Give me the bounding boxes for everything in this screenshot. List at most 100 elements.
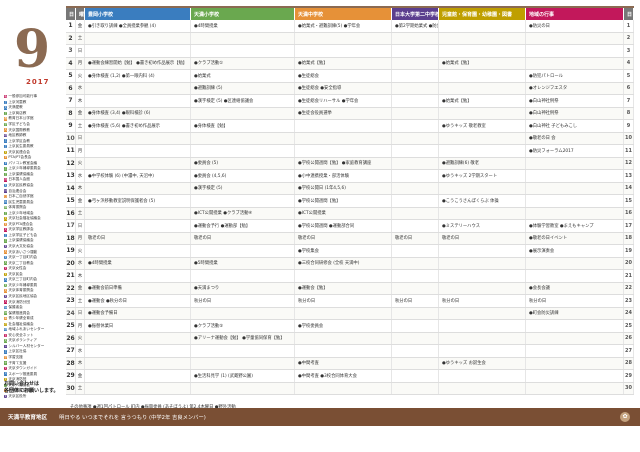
community-cell (526, 320, 624, 332)
weekday-cell: 火 (76, 70, 85, 82)
community-cell: ●会長会議 (526, 282, 624, 294)
weekday-cell: 月 (76, 232, 85, 244)
legend-label: 保護者会 (8, 305, 23, 310)
legend-label: 上京区社協 (8, 349, 27, 354)
school-3-cell: ●生徒総会 ●安全指導 (295, 82, 392, 94)
day-cell: 22 (66, 282, 76, 294)
school-3-cell: ●ICT公開授業 (295, 207, 392, 219)
table-body: 1 金 ●引き取り訓練 ●全員授業参観 (4) ●4時間授業 ●始業式・避難訓練(5) … (66, 20, 634, 395)
table-row: 11 月 ●防災フォーラム2017 11 (66, 145, 634, 158)
day-cell-right: 26 (624, 332, 634, 344)
table-row: 20 水 ●4時間授業 ●5時間授業 ●三校合同研修会 (全校 天満中) 20 (66, 257, 634, 270)
school-1-cell: ●中学校体験 (6) (中濃中, 天沼中) (85, 170, 191, 182)
day-cell: 4 (66, 57, 76, 69)
weekday-cell: 土 (76, 382, 85, 394)
legend-badge: 天 (4, 128, 8, 132)
school-4-cell (392, 82, 439, 94)
school-3-cell (295, 32, 392, 44)
legend-label: パソコン教室会議 (8, 160, 38, 165)
day-cell-right: 21 (624, 270, 634, 282)
day-cell-right: 29 (624, 370, 634, 382)
school-1-cell (85, 382, 191, 394)
school-3-cell (295, 345, 392, 357)
facilities-cell: ●ゆうキッズ 敬老教室 (439, 120, 526, 132)
school-1-cell: ●身体検査 (5,6) ●書き初め作品展示 (85, 120, 191, 132)
school-1-cell (85, 370, 191, 382)
school-2-cell (191, 382, 295, 394)
table-row: 29 金 ●生活科見学 (1) (武蔵野公園) ●中間考査 ●3校合同体育大会 29 (66, 370, 634, 383)
legend-label: 天京タウンガイド (8, 366, 38, 371)
day-cell-right: 1 (624, 20, 634, 32)
school-1-cell (85, 207, 191, 219)
legend-label: 天京体育振興会 (8, 288, 34, 293)
table-row: 2土2 (66, 32, 634, 45)
community-cell (526, 270, 624, 282)
day-cell-right: 9 (624, 120, 634, 132)
legend-badge: 天 (4, 289, 8, 293)
school-2-cell: 秋分の日 (191, 295, 295, 307)
table-row: 5 火 ●身体検査 (1,2) ●第一眼内科 (4) ●始業式 ●生徒総会 ●防犯パトロー… (66, 70, 634, 83)
school-3-cell: ●生徒会役員選挙 (295, 107, 392, 119)
legend-label: スポーツ推進委員 (8, 371, 38, 376)
school-1-cell: ●運動会予備日 (85, 307, 191, 319)
school-4-cell (392, 145, 439, 157)
legend-badge: 上 (4, 111, 8, 116)
school-2-cell (191, 32, 295, 44)
community-cell: ●白山神社 子どもみこし (526, 120, 624, 132)
day-cell-right: 28 (624, 357, 634, 369)
school-1-cell: ●振替休業日 (85, 320, 191, 332)
facilities-cell (439, 320, 526, 332)
school-3-cell: ●生徒総会 (295, 70, 392, 82)
legend-badge: 天 (4, 366, 8, 371)
school-4-cell: ●第2学期始業式 ●防災訓練 (392, 20, 439, 32)
day-cell: 23 (66, 295, 76, 307)
facilities-cell (439, 257, 526, 269)
table-row: 21 木 21 (66, 270, 634, 283)
legend-label: 上京学区子ども会 (8, 232, 38, 237)
school-2-cell: ●5時間授業 (191, 257, 295, 269)
day-cell: 10 (66, 132, 76, 144)
community-cell: ●敬老の日イベント (526, 232, 624, 244)
facilities-cell (439, 270, 526, 282)
legend-badge: 天 (4, 183, 8, 188)
day-cell: 3 (66, 45, 76, 57)
school-2-cell (191, 45, 295, 57)
facilities-cell (439, 145, 526, 157)
legend-badge: 地 (4, 133, 8, 138)
legend-label: 天京区民地区協会 (8, 293, 38, 298)
table-row: 4 月 ●運動会練習開始【勉】 ●書き初め作品展示【勉】 ●クラブ活動① ●始業式【勉】… (66, 57, 634, 70)
facilities-cell (439, 245, 526, 257)
legend-badge: 教 (4, 117, 8, 121)
legend-label: 天京三丁目町内会 (8, 277, 38, 282)
legend-badge: 天 (4, 255, 8, 260)
legend-label: 安心安全ネット (8, 332, 34, 337)
table-row: 27 水 27 (66, 345, 634, 358)
legend-badge: 天 (4, 150, 8, 154)
school-1-cell: 敬老の日 (85, 232, 191, 244)
facilities-cell (439, 370, 526, 382)
school-1-cell (85, 182, 191, 194)
day-cell: 2 (66, 32, 76, 44)
legend-label: 天京学区教師会 (8, 227, 34, 232)
school-2-cell: ●クラブ活動⑤ (191, 320, 295, 332)
legend-label: 天京二丁目教会 (8, 260, 34, 265)
facilities-cell: ●始業式【勉】 (439, 57, 526, 69)
school-3-cell (295, 332, 392, 344)
flower-icon: ✿ (620, 412, 630, 422)
weekday-cell: 日 (76, 45, 85, 57)
legend-badge: 上 (4, 172, 8, 177)
weekday-cell: 土 (76, 295, 85, 307)
school-4-cell (392, 57, 439, 69)
school-1-cell (85, 132, 191, 144)
day-cell-right: 5 (624, 70, 634, 82)
day-cell: 27 (66, 345, 76, 357)
facilities-cell: ●ミステリーハウス (439, 220, 526, 232)
school-3-cell (295, 270, 392, 282)
table-row: 18 月敬老の日 敬老の日 敬老の日 敬老の日 敬老の日 ●敬老の日イベント 18 (66, 232, 634, 245)
school-4-cell (392, 270, 439, 282)
day-cell: 16 (66, 207, 76, 219)
day-cell: 19 (66, 245, 76, 257)
legend-label: 天京女性会 (8, 266, 27, 271)
school-3-cell: ●運動会【勉】 (295, 282, 392, 294)
community-cell (526, 45, 624, 57)
